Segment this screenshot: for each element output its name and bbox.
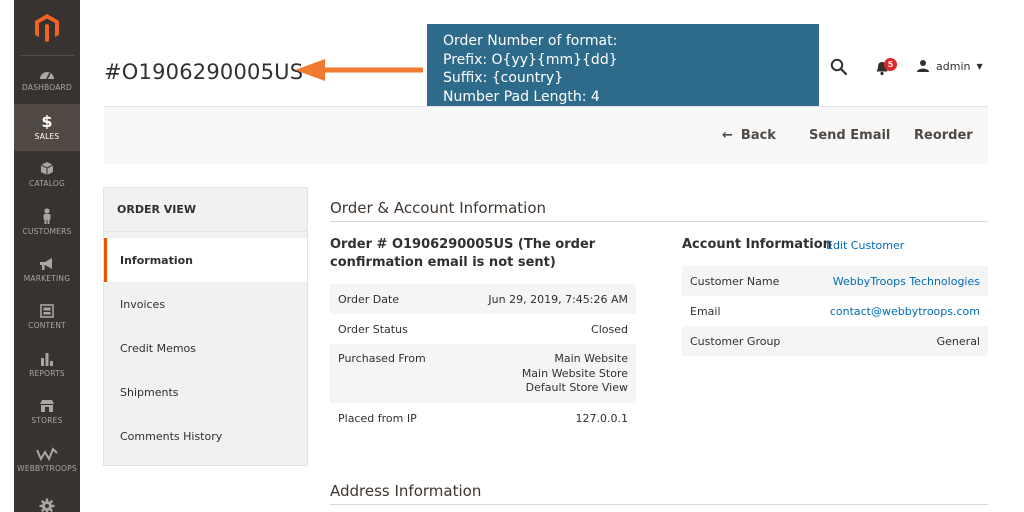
cube-icon	[40, 162, 54, 176]
dashboard-icon	[40, 71, 54, 80]
section-divider	[330, 221, 988, 222]
row-value: 127.0.0.1	[575, 411, 628, 425]
admin-username: admin	[936, 59, 971, 73]
account-info-table: Customer Name WebbyTroops Technologies E…	[682, 266, 988, 356]
webbytroops-icon	[36, 446, 58, 461]
tab-shipments[interactable]: Shipments	[104, 370, 307, 414]
annotation-callout: Order Number of format: Prefix: O{yy}{mm…	[427, 24, 819, 114]
notification-count-badge: 5	[884, 58, 897, 71]
bar-chart-icon	[41, 352, 53, 366]
megaphone-icon	[40, 257, 52, 270]
global-search-button[interactable]	[830, 58, 848, 80]
user-icon	[917, 60, 929, 72]
sidebar-item-customers[interactable]: CUSTOMERS	[14, 199, 80, 247]
admin-user-menu[interactable]: admin ▼	[916, 59, 983, 73]
sidebar-item-reports[interactable]: REPORTS	[14, 341, 80, 389]
sidebar-item-content[interactable]: CONTENT	[14, 294, 80, 342]
table-row: Order Date Jun 29, 2019, 7:45:26 AM	[330, 284, 636, 314]
sidebar-label: SALES	[34, 132, 60, 142]
edit-customer-link[interactable]: Edit Customer	[826, 239, 904, 252]
row-value: Main Website Main Website Store Default …	[522, 352, 628, 403]
admin-sidebar: DASHBOARD $ SALES CATALOG CUSTOMERS MARK…	[14, 0, 80, 512]
dollar-icon: $	[41, 113, 52, 129]
value-line: Main Website Store	[521, 366, 628, 380]
sidebar-label: MARKETING	[23, 273, 71, 283]
table-row: Customer Name WebbyTroops Technologies	[682, 266, 988, 296]
callout-line: Suffix: {country}	[443, 70, 564, 86]
customer-email-link[interactable]: contact@webbytroops.com	[830, 305, 980, 318]
table-row: Email contact@webbytroops.com	[682, 296, 988, 326]
notifications-button[interactable]: 5	[874, 58, 897, 80]
tab-comments-history[interactable]: Comments History	[104, 414, 307, 458]
magento-logo[interactable]	[20, 0, 74, 56]
row-value: Jun 29, 2019, 7:45:26 AM	[488, 292, 628, 306]
callout-line: Number Pad Length: 4	[443, 88, 600, 105]
sidebar-item-marketing[interactable]: MARKETING	[14, 246, 80, 294]
sidebar-label: CUSTOMERS	[22, 227, 72, 237]
page-title: #O1906290005US	[104, 60, 304, 84]
send-email-button[interactable]: Send Email	[809, 128, 890, 143]
callout-line: Order Number of format:	[443, 33, 618, 49]
sidebar-label: WEBBYTROOPS	[17, 463, 77, 473]
layout-icon	[40, 304, 54, 319]
section-title-order-account: Order & Account Information	[330, 199, 547, 217]
section-divider	[330, 504, 988, 505]
tab-credit-memos[interactable]: Credit Memos	[104, 326, 307, 370]
reorder-button[interactable]: Reorder	[914, 128, 973, 143]
tab-invoices[interactable]: Invoices	[104, 282, 307, 326]
row-label: Purchased From	[338, 352, 426, 365]
sidebar-item-dashboard[interactable]: DASHBOARD	[14, 56, 80, 104]
row-value: Closed	[591, 322, 628, 336]
section-title-address: Address Information	[330, 482, 482, 500]
row-label: Order Date	[338, 292, 400, 306]
tab-information[interactable]: Information	[104, 238, 307, 282]
sidebar-label: STORES	[31, 416, 63, 426]
row-value: General	[936, 334, 980, 348]
sidebar-item-webbytroops[interactable]: WEBBYTROOPS	[14, 436, 80, 484]
row-label: Order Status	[338, 322, 408, 336]
table-row: Purchased From Main Website Main Website…	[330, 344, 636, 403]
order-view-tabs: ORDER VIEW Information Invoices Credit M…	[103, 187, 308, 466]
annotation-arrow	[295, 59, 423, 81]
sidebar-label: DASHBOARD	[22, 82, 72, 92]
chevron-down-icon: ▼	[976, 61, 983, 71]
sidebar-item-stores[interactable]: STORES	[14, 389, 80, 437]
back-button[interactable]: ← Back	[722, 128, 776, 143]
row-label: Customer Name	[690, 274, 780, 288]
table-row: Customer Group General	[682, 326, 988, 356]
sidebar-label: CATALOG	[29, 179, 65, 189]
sidebar-item-catalog[interactable]: CATALOG	[14, 151, 80, 199]
gear-icon	[39, 498, 55, 512]
sidebar-item-sales[interactable]: $ SALES	[14, 103, 80, 151]
page-actions-bar: ← Back Send Email Reorder	[104, 106, 988, 164]
order-heading: Order # O1906290005US (The order confirm…	[330, 237, 596, 270]
search-icon	[830, 58, 848, 76]
order-info-table: Order Date Jun 29, 2019, 7:45:26 AM Orde…	[330, 284, 636, 433]
callout-line: Prefix: O{yy}{mm}{dd}	[443, 51, 618, 68]
row-label: Email	[690, 304, 721, 318]
value-line: Main Website	[554, 352, 628, 365]
sidebar-label: REPORTS	[29, 368, 65, 378]
person-icon	[43, 208, 51, 225]
customer-name-link[interactable]: WebbyTroops Technologies	[833, 275, 980, 288]
tabs-title: ORDER VIEW	[104, 188, 307, 232]
value-line: Default Store View	[525, 381, 628, 394]
back-label: Back	[740, 128, 776, 143]
table-row: Order Status Closed	[330, 314, 636, 344]
row-label: Placed from IP	[338, 411, 417, 425]
table-row: Placed from IP 127.0.0.1	[330, 403, 636, 433]
sidebar-label: CONTENT	[28, 321, 66, 331]
sidebar-item-system[interactable]	[14, 484, 80, 512]
svg-text:$: $	[41, 113, 52, 129]
account-info-title: Account Information	[682, 237, 832, 252]
store-icon	[40, 400, 54, 413]
row-label: Customer Group	[690, 334, 781, 348]
arrow-left-icon: ←	[722, 128, 733, 143]
